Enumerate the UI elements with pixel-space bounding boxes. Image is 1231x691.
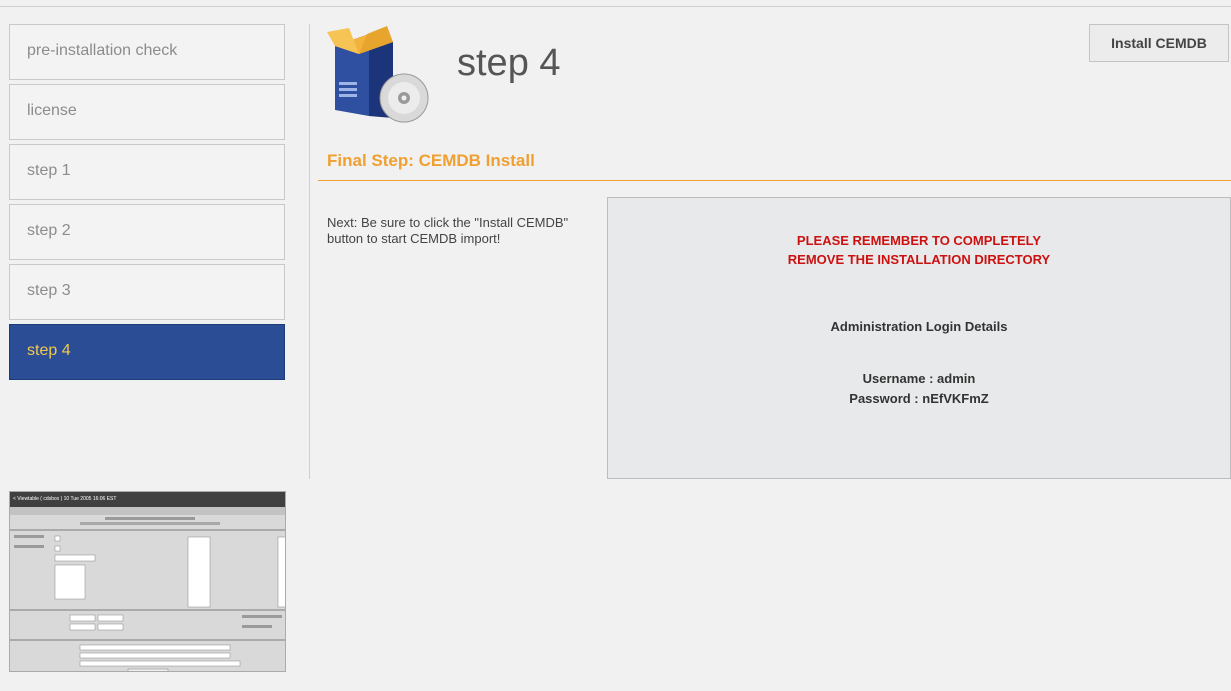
nav-item-step-1[interactable]: step 1 bbox=[9, 144, 285, 200]
installation-info-box: PLEASE REMEMBER TO COMPLETELY REMOVE THE… bbox=[607, 197, 1231, 479]
nav-item-step-4[interactable]: step 4 bbox=[9, 324, 285, 380]
nav-item-step-3[interactable]: step 3 bbox=[9, 264, 285, 320]
screenshot-thumbnail: < Viewtable ( cdsbox ) 10 Tue 2005 16:06… bbox=[9, 491, 286, 672]
thumbnail-titlebar: < Viewtable ( cdsbox ) 10 Tue 2005 16:06… bbox=[10, 492, 285, 507]
section-heading: Final Step: CEMDB Install bbox=[327, 151, 535, 170]
page-title: step 4 bbox=[457, 42, 561, 84]
remove-directory-warning: PLEASE REMEMBER TO COMPLETELY REMOVE THE… bbox=[608, 231, 1230, 269]
warning-line-1: PLEASE REMEMBER TO COMPLETELY bbox=[796, 233, 1042, 248]
top-border bbox=[0, 6, 1231, 7]
section-divider bbox=[318, 180, 1231, 181]
warning-line-2: REMOVE THE INSTALLATION DIRECTORY bbox=[787, 252, 1051, 267]
password-text: Password : nEfVKFmZ bbox=[849, 391, 989, 406]
username-text: Username : admin bbox=[862, 371, 976, 386]
install-cemdb-button[interactable]: Install CEMDB bbox=[1089, 24, 1229, 62]
sidebar-nav: pre-installation check license step 1 st… bbox=[9, 24, 285, 384]
vertical-divider bbox=[309, 24, 310, 479]
nav-item-step-2[interactable]: step 2 bbox=[9, 204, 285, 260]
install-box-cd-icon bbox=[327, 26, 429, 123]
next-step-note: Next: Be sure to click the "Install CEMD… bbox=[327, 215, 569, 246]
admin-login-title: Administration Login Details bbox=[830, 319, 1008, 334]
login-credentials: Username : admin Password : nEfVKFmZ bbox=[608, 369, 1230, 409]
nav-item-license[interactable]: license bbox=[9, 84, 285, 140]
thumbnail-form-preview bbox=[10, 507, 285, 671]
nav-item-pre-installation-check[interactable]: pre-installation check bbox=[9, 24, 285, 80]
